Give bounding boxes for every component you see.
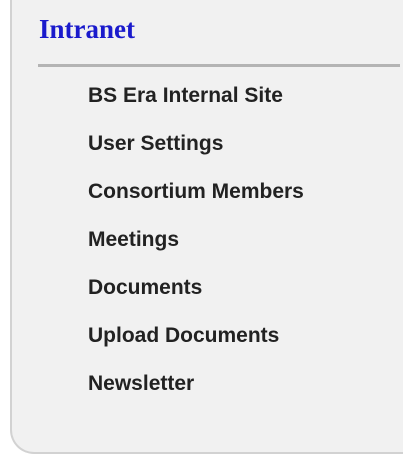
menu-link-consortium-members[interactable]: Consortium Members — [88, 176, 304, 224]
menu-list-item: Meetings — [88, 224, 304, 272]
menu-list-item: Upload Documents — [88, 320, 304, 368]
section-title: Intranet — [39, 14, 135, 44]
menu-list-item: BS Era Internal Site — [88, 80, 304, 128]
menu-list-item: Consortium Members — [88, 176, 304, 224]
title-divider — [38, 64, 400, 67]
menu-link-newsletter[interactable]: Newsletter — [88, 368, 304, 416]
menu-list-item: User Settings — [88, 128, 304, 176]
menu-link-meetings[interactable]: Meetings — [88, 224, 304, 272]
intranet-sidebar-panel: Intranet BS Era Internal Site User Setti… — [10, 0, 403, 454]
intranet-menu: BS Era Internal Site User Settings Conso… — [88, 80, 304, 416]
menu-list-item: Documents — [88, 272, 304, 320]
menu-link-bs-era-internal-site[interactable]: BS Era Internal Site — [88, 80, 304, 128]
menu-link-upload-documents[interactable]: Upload Documents — [88, 320, 304, 368]
menu-list-item: Newsletter — [88, 368, 304, 416]
menu-link-user-settings[interactable]: User Settings — [88, 128, 304, 176]
menu-link-documents[interactable]: Documents — [88, 272, 304, 320]
